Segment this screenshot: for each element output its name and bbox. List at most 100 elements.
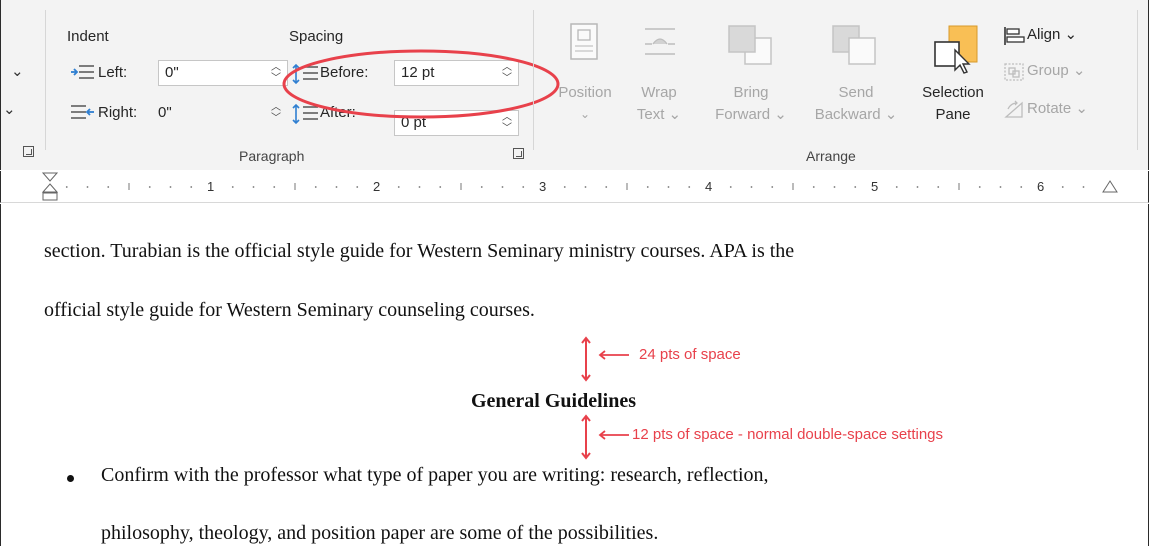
ruler-tick (231, 186, 234, 188)
annotation-24pts: 24 pts of space (639, 346, 741, 363)
arrange-group-label: Arrange (806, 148, 856, 164)
ruler-tick (252, 186, 255, 188)
ruler-tick (1020, 186, 1023, 188)
send-backward-button[interactable]: Send Backward ⌄ (801, 22, 911, 152)
ruler-tick (1061, 186, 1064, 188)
ruler-tick (397, 186, 400, 188)
ruler-tick (418, 186, 421, 188)
indent-left-icon (71, 65, 94, 79)
selection-pane-label: Selection (922, 84, 984, 101)
gallery-scroll-down-icon[interactable]: ⌄ (11, 62, 24, 80)
group-separator (1137, 10, 1138, 150)
indent-left-spinner[interactable]: ︿ ﹀ (271, 62, 281, 84)
bring-forward-label-2: Forward ⌄ (715, 106, 787, 123)
spacing-title: Spacing (289, 28, 344, 45)
ruler-tick (65, 186, 68, 188)
position-icon (570, 23, 598, 60)
ruler-tick (771, 186, 774, 188)
indent-right-spinner[interactable]: ︿ ﹀ (271, 102, 281, 124)
group-button[interactable]: Group ⌄ (1003, 60, 1113, 84)
annotation-12pts: 12 pts of space - normal double-space se… (632, 426, 944, 443)
group-icon (1004, 63, 1024, 81)
left-arrow-icon (598, 350, 629, 360)
ruler-tick (667, 186, 670, 188)
align-button[interactable]: Align ⌄ (1003, 24, 1103, 48)
indent-right-icon (71, 105, 94, 119)
ruler-number: 3 (539, 179, 547, 194)
ruler-number: 6 (1037, 179, 1045, 194)
ruler-tick (937, 186, 940, 188)
ruler-tick (916, 186, 919, 188)
left-arrow-icon (598, 430, 629, 440)
indent-marker-icon[interactable] (41, 172, 59, 202)
ruler-tick (833, 186, 836, 188)
ruler-tick (356, 186, 359, 188)
align-icon (1004, 27, 1025, 45)
rotate-button[interactable]: Rotate ⌄ (1003, 98, 1113, 122)
ruler-tick (86, 186, 89, 188)
selection-pane-button[interactable]: Selection Pane (911, 22, 995, 152)
body-text-line: section. Turabian is the official style … (44, 240, 795, 262)
section-heading: General Guidelines (471, 390, 636, 412)
paragraph-dialog-launcher-icon[interactable] (513, 148, 524, 159)
group-separator (45, 10, 46, 150)
group-separator (533, 10, 534, 150)
ruler-tick (854, 186, 857, 188)
indent-left-label: Left: (98, 64, 128, 81)
indent-right-value: 0" (158, 104, 172, 121)
ruler-tick (439, 186, 442, 188)
position-label: Position (558, 84, 612, 101)
group-label: Group ⌄ (1027, 62, 1086, 79)
send-backward-label: Send (838, 84, 874, 101)
ruler-number: 1 (207, 179, 215, 194)
horizontal-ruler[interactable]: 1 2 3 4 5 6 (0, 171, 1149, 203)
ruler-number: 2 (373, 179, 381, 194)
styles-dialog-launcher-icon[interactable] (23, 146, 34, 157)
ruler-tick (107, 186, 110, 188)
rotate-icon (1004, 100, 1023, 118)
indent-title: Indent (67, 28, 109, 45)
ruler-number: 5 (871, 179, 879, 194)
ruler-tick (1082, 186, 1085, 188)
gallery-more-icon[interactable]: ⌄ (3, 100, 16, 118)
ruler-tick (148, 186, 151, 188)
ruler-tick (563, 186, 566, 188)
ruler-tick (314, 186, 317, 188)
paragraph-group-label: Paragraph (239, 148, 305, 164)
ruler-tick (605, 186, 608, 188)
right-indent-marker-icon[interactable] (1101, 179, 1119, 195)
rotate-label: Rotate ⌄ (1027, 100, 1088, 117)
wrap-text-button[interactable]: Wrap Text ⌄ (619, 22, 699, 152)
ruler-tick (190, 186, 193, 188)
vertical-double-arrow-icon (581, 414, 591, 460)
ruler-tick (978, 186, 981, 188)
document-page[interactable]: section. Turabian is the official style … (0, 204, 1149, 546)
indent-left-input[interactable]: 0" ︿ ﹀ (158, 60, 288, 86)
ribbon: ⌄ ⌄ Indent Left: 0" ︿ ﹀ Right: 0" ︿ ﹀ Spac… (0, 0, 1149, 170)
ruler-tick (501, 186, 504, 188)
send-backward-label-2: Backward ⌄ (814, 106, 898, 123)
ruler-tick (999, 186, 1002, 188)
bring-forward-button[interactable]: Bring Forward ⌄ (701, 22, 801, 152)
position-dropdown-icon: ⌄ (579, 107, 591, 121)
position-button[interactable]: Position ⌄ (547, 22, 627, 152)
wrap-text-label: Wrap (641, 84, 677, 101)
wrap-text-icon (645, 28, 675, 55)
ruler-tick (522, 186, 525, 188)
ruler-tick (729, 186, 732, 188)
bring-forward-icon (728, 25, 772, 65)
body-text-line: official style guide for Western Seminar… (44, 299, 535, 321)
indent-right-label: Right: (98, 104, 138, 121)
indent-left-value: 0" (165, 64, 179, 81)
ruler-tick (646, 186, 649, 188)
ruler-tick (480, 186, 483, 188)
ruler-tick (812, 186, 815, 188)
indent-right-input[interactable]: 0" ︿ ﹀ (151, 100, 288, 126)
bullet-text-line: Confirm with the professor what type of … (101, 464, 769, 486)
send-backward-icon (832, 25, 876, 65)
ruler-tick (895, 186, 898, 188)
ruler-tick (688, 186, 691, 188)
bring-forward-label: Bring (733, 84, 769, 101)
ruler-tick (169, 186, 172, 188)
ruler-tick (273, 186, 276, 188)
